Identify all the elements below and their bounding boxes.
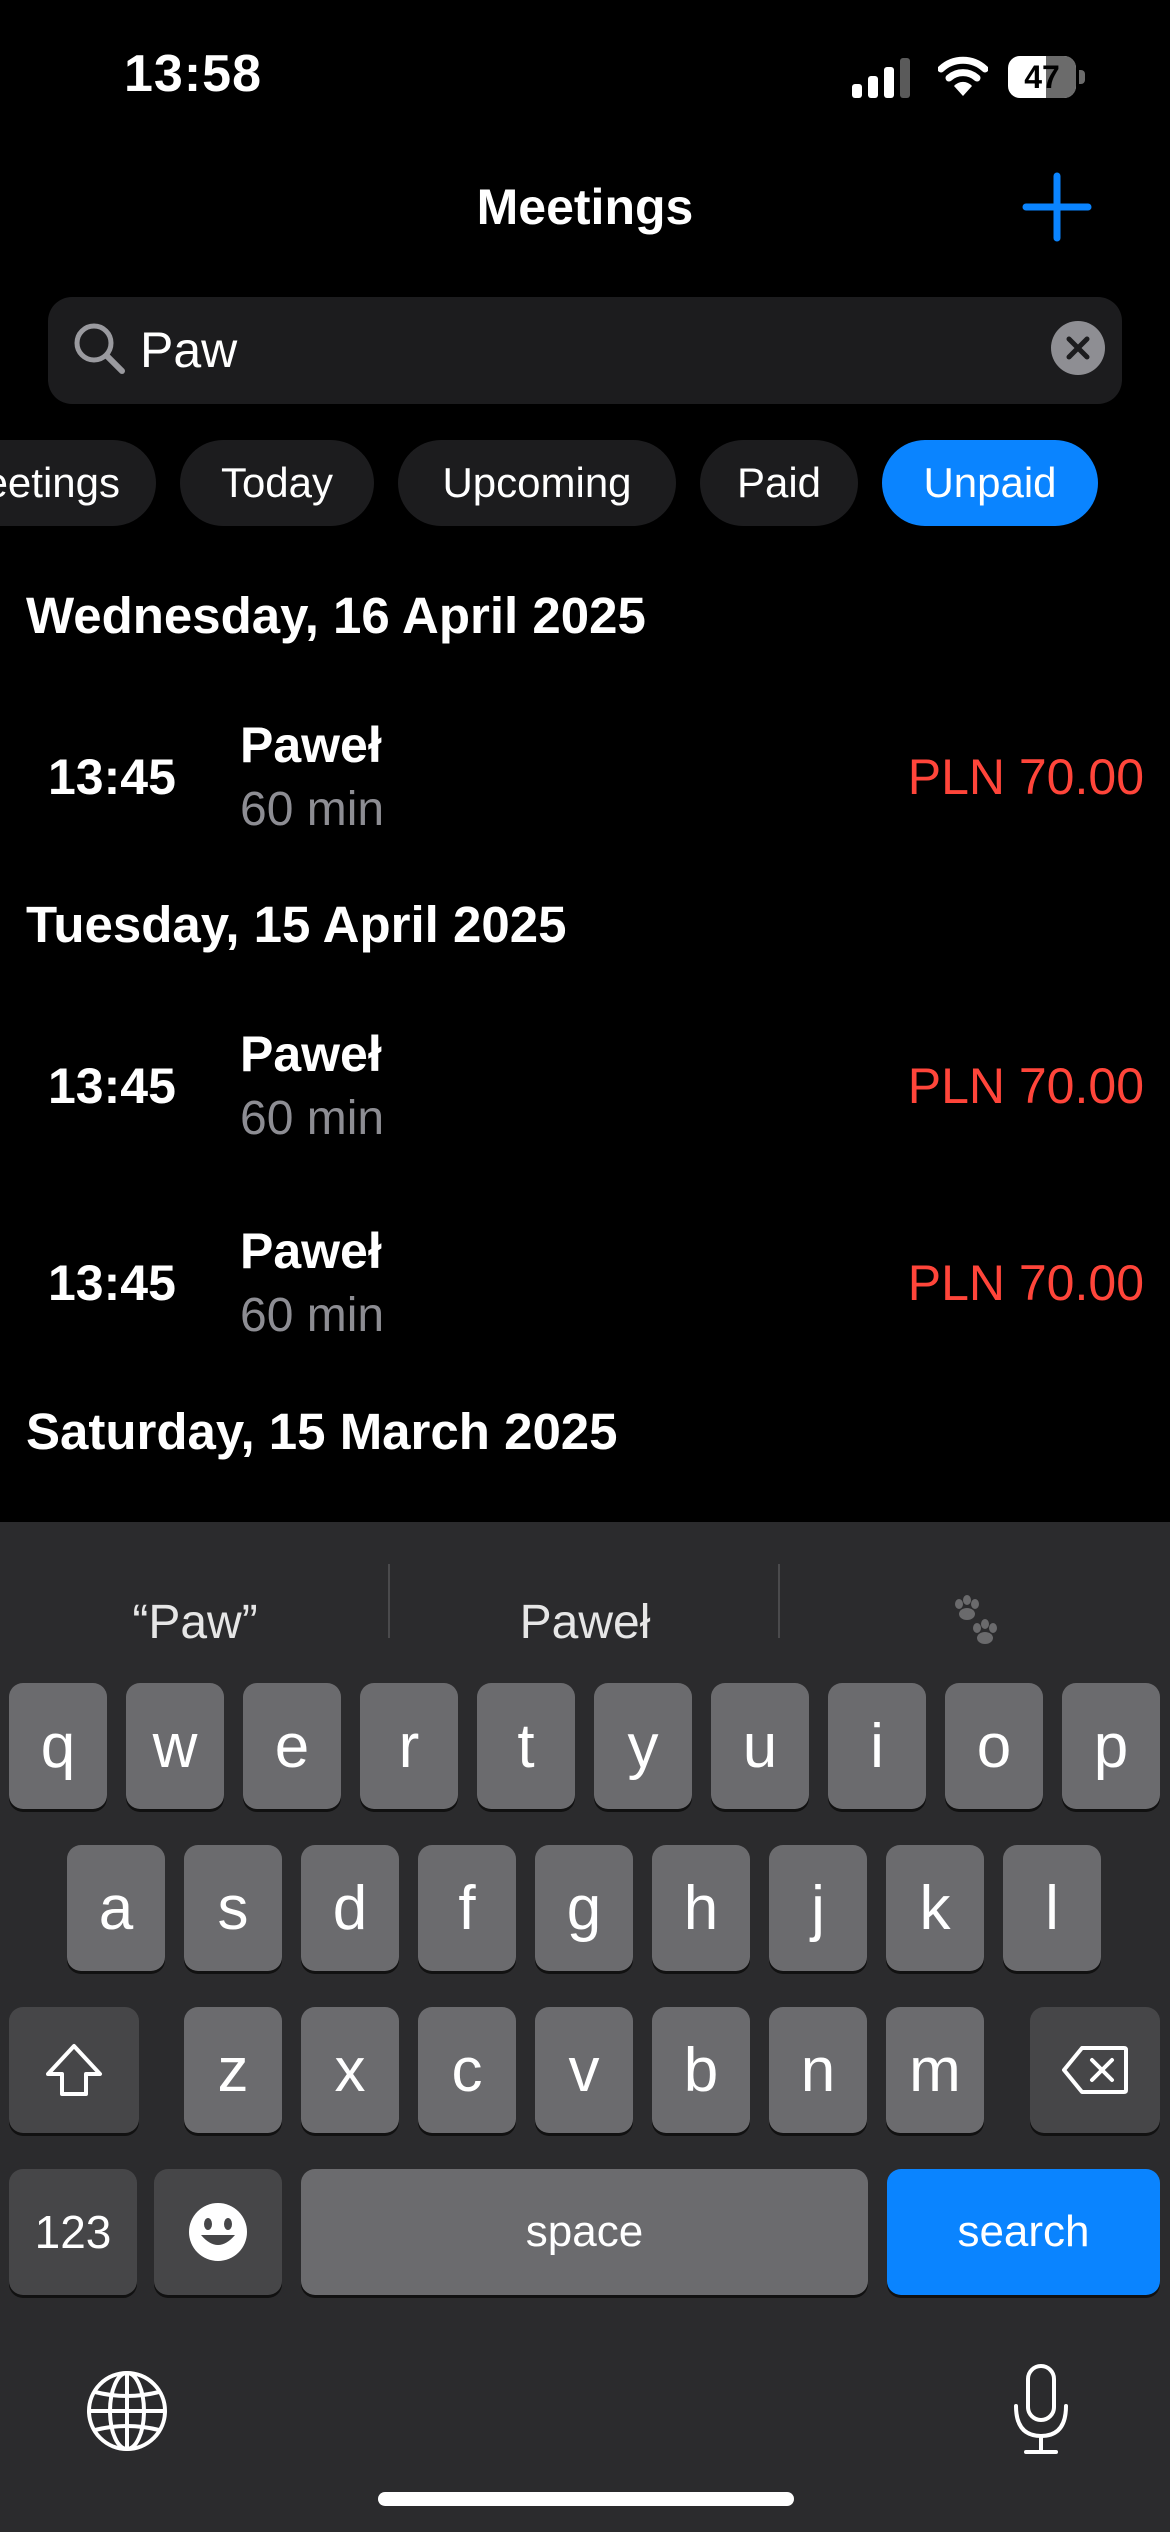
filter-chip-today[interactable]: Today xyxy=(180,440,374,526)
key-k[interactable]: k xyxy=(886,1845,984,1971)
meeting-price: PLN 70.00 xyxy=(907,1255,1144,1311)
key-v[interactable]: v xyxy=(535,2007,633,2133)
meeting-time: 13:45 xyxy=(48,1058,176,1114)
search-key[interactable]: search xyxy=(887,2169,1160,2295)
key-j[interactable]: j xyxy=(769,1845,867,1971)
client-name: Paweł xyxy=(240,717,382,773)
add-meeting-button[interactable] xyxy=(1022,172,1092,242)
battery-level: 47 xyxy=(1024,58,1060,95)
key-o[interactable]: o xyxy=(945,1683,1043,1809)
suggestion-literal[interactable]: “Paw” xyxy=(0,1562,390,1682)
cellular-signal-icon xyxy=(852,58,910,98)
filter-chips: Meetings Today Upcoming Paid Unpaid xyxy=(0,440,1170,526)
meeting-row[interactable]: 13:45 Paweł 60 min PLN 70.00 xyxy=(0,1198,1170,1358)
key-c[interactable]: c xyxy=(418,2007,516,2133)
key-x[interactable]: x xyxy=(301,2007,399,2133)
wifi-icon xyxy=(938,56,988,96)
key-a[interactable]: a xyxy=(67,1845,165,1971)
key-p[interactable]: p xyxy=(1062,1683,1160,1809)
client-name: Paweł xyxy=(240,1026,382,1082)
key-f[interactable]: f xyxy=(418,1845,516,1971)
status-time: 13:58 xyxy=(124,45,262,103)
search-input[interactable] xyxy=(140,315,1040,385)
numbers-key[interactable]: 123 xyxy=(9,2169,137,2295)
key-z[interactable]: z xyxy=(184,2007,282,2133)
key-y[interactable]: y xyxy=(594,1683,692,1809)
suggestion-word[interactable]: Paweł xyxy=(390,1562,780,1682)
meeting-duration: 60 min xyxy=(240,783,385,836)
meeting-time: 13:45 xyxy=(48,749,176,805)
key-t[interactable]: t xyxy=(477,1683,575,1809)
clear-search-button[interactable] xyxy=(1051,321,1105,375)
key-g[interactable]: g xyxy=(535,1845,633,1971)
section-header-date: Tuesday, 15 April 2025 xyxy=(26,896,567,953)
key-l[interactable]: l xyxy=(1003,1845,1101,1971)
emoji-key[interactable] xyxy=(154,2169,282,2295)
search-icon xyxy=(74,323,125,374)
key-n[interactable]: n xyxy=(769,2007,867,2133)
meeting-price: PLN 70.00 xyxy=(907,749,1144,805)
delete-key[interactable] xyxy=(1030,2007,1160,2133)
key-h[interactable]: h xyxy=(652,1845,750,1971)
key-i[interactable]: i xyxy=(828,1683,926,1809)
shift-icon xyxy=(46,2044,102,2096)
filter-chip-unpaid[interactable]: Unpaid xyxy=(882,440,1098,526)
filter-chip-meetings[interactable]: Meetings xyxy=(0,440,156,526)
suggestion-emoji[interactable] xyxy=(780,1562,1170,1682)
home-indicator[interactable] xyxy=(378,2492,794,2506)
globe-icon[interactable] xyxy=(84,2368,170,2454)
key-e[interactable]: e xyxy=(243,1683,341,1809)
section-header-date: Saturday, 15 March 2025 xyxy=(26,1403,618,1460)
close-icon xyxy=(1066,336,1090,360)
battery-icon: 47 xyxy=(1008,56,1090,100)
search-bar xyxy=(48,297,1122,404)
client-name: Paweł xyxy=(240,1223,382,1279)
filter-chip-paid[interactable]: Paid xyxy=(700,440,858,526)
key-u[interactable]: u xyxy=(711,1683,809,1809)
meeting-duration: 60 min xyxy=(240,1092,385,1145)
key-r[interactable]: r xyxy=(360,1683,458,1809)
meeting-row[interactable]: 13:45 Paweł 60 min PLN 70.00 xyxy=(0,692,1170,852)
space-key[interactable]: space xyxy=(301,2169,868,2295)
backspace-icon xyxy=(1062,2046,1128,2094)
emoji-smiley-icon xyxy=(189,2203,247,2261)
meeting-duration: 60 min xyxy=(240,1289,385,1342)
key-m[interactable]: m xyxy=(886,2007,984,2133)
key-w[interactable]: w xyxy=(126,1683,224,1809)
page-title: Meetings xyxy=(476,179,694,235)
key-b[interactable]: b xyxy=(652,2007,750,2133)
shift-key[interactable] xyxy=(9,2007,139,2133)
paw-prints-icon xyxy=(955,1595,997,1644)
key-d[interactable]: d xyxy=(301,1845,399,1971)
filter-chip-upcoming[interactable]: Upcoming xyxy=(398,440,676,526)
key-q[interactable]: q xyxy=(9,1683,107,1809)
section-header-date: Wednesday, 16 April 2025 xyxy=(26,587,646,644)
meeting-price: PLN 70.00 xyxy=(907,1058,1144,1114)
meeting-row[interactable]: 13:45 Paweł 60 min PLN 70.00 xyxy=(0,1001,1170,1161)
key-s[interactable]: s xyxy=(184,1845,282,1971)
microphone-icon[interactable] xyxy=(1006,2362,1076,2458)
meeting-time: 13:45 xyxy=(48,1255,176,1311)
